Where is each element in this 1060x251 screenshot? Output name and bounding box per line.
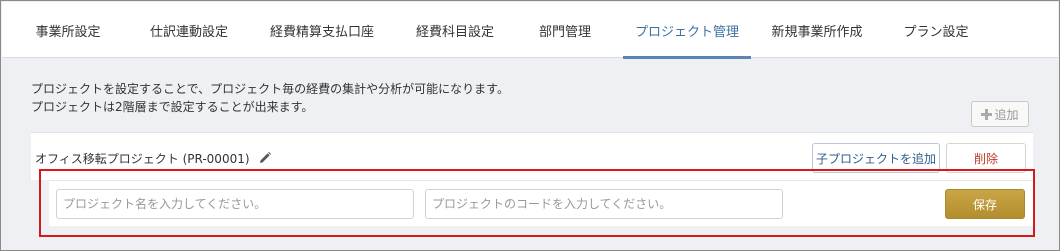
project-name-input[interactable] — [56, 189, 414, 219]
save-button[interactable]: 保存 — [945, 189, 1025, 219]
description-text: プロジェクトを設定することで、プロジェクト毎の経費の集計や分析が可能になります。… — [31, 80, 509, 116]
tab-project-management[interactable]: プロジェクト管理 — [623, 2, 751, 59]
tab-new-office[interactable]: 新規事業所作成 — [762, 2, 872, 58]
add-project-button[interactable]: 追加 — [971, 101, 1029, 127]
delete-project-button[interactable]: 削除 — [946, 143, 1026, 173]
tab-journal-integration[interactable]: 仕訳連動設定 — [137, 2, 241, 58]
project-code-input[interactable] — [425, 189, 783, 219]
project-name: オフィス移転プロジェクト (PR-00001) — [35, 150, 272, 167]
tab-expense-account-settings[interactable]: 経費科目設定 — [403, 2, 507, 58]
pencil-icon[interactable] — [258, 151, 272, 165]
description-line-2: プロジェクトは2階層まで設定することが出来ます。 — [31, 100, 314, 114]
description-line-1: プロジェクトを設定することで、プロジェクト毎の経費の集計や分析が可能になります。 — [31, 82, 509, 96]
tab-department-management[interactable]: 部門管理 — [522, 2, 608, 58]
settings-tab-bar: 事業所設定 仕訳連動設定 経費精算支払口座 経費科目設定 部門管理 プロジェクト… — [2, 2, 1058, 59]
tab-plan-settings[interactable]: プラン設定 — [892, 2, 980, 58]
project-name-text: オフィス移転プロジェクト (PR-00001) — [35, 152, 250, 166]
add-project-label: 追加 — [994, 107, 1019, 122]
add-child-project-button[interactable]: 子プロジェクトを追加 — [812, 143, 940, 173]
tab-office-settings[interactable]: 事業所設定 — [23, 2, 113, 58]
tab-expense-payment-account[interactable]: 経費精算支払口座 — [260, 2, 384, 58]
plus-icon — [981, 108, 993, 120]
settings-panel: 事業所設定 仕訳連動設定 経費精算支払口座 経費科目設定 部門管理 プロジェクト… — [0, 0, 1060, 251]
project-row: オフィス移転プロジェクト (PR-00001) 子プロジェクトを追加 削除 — [31, 132, 1033, 180]
new-child-project-form: 保存 — [49, 180, 1033, 226]
